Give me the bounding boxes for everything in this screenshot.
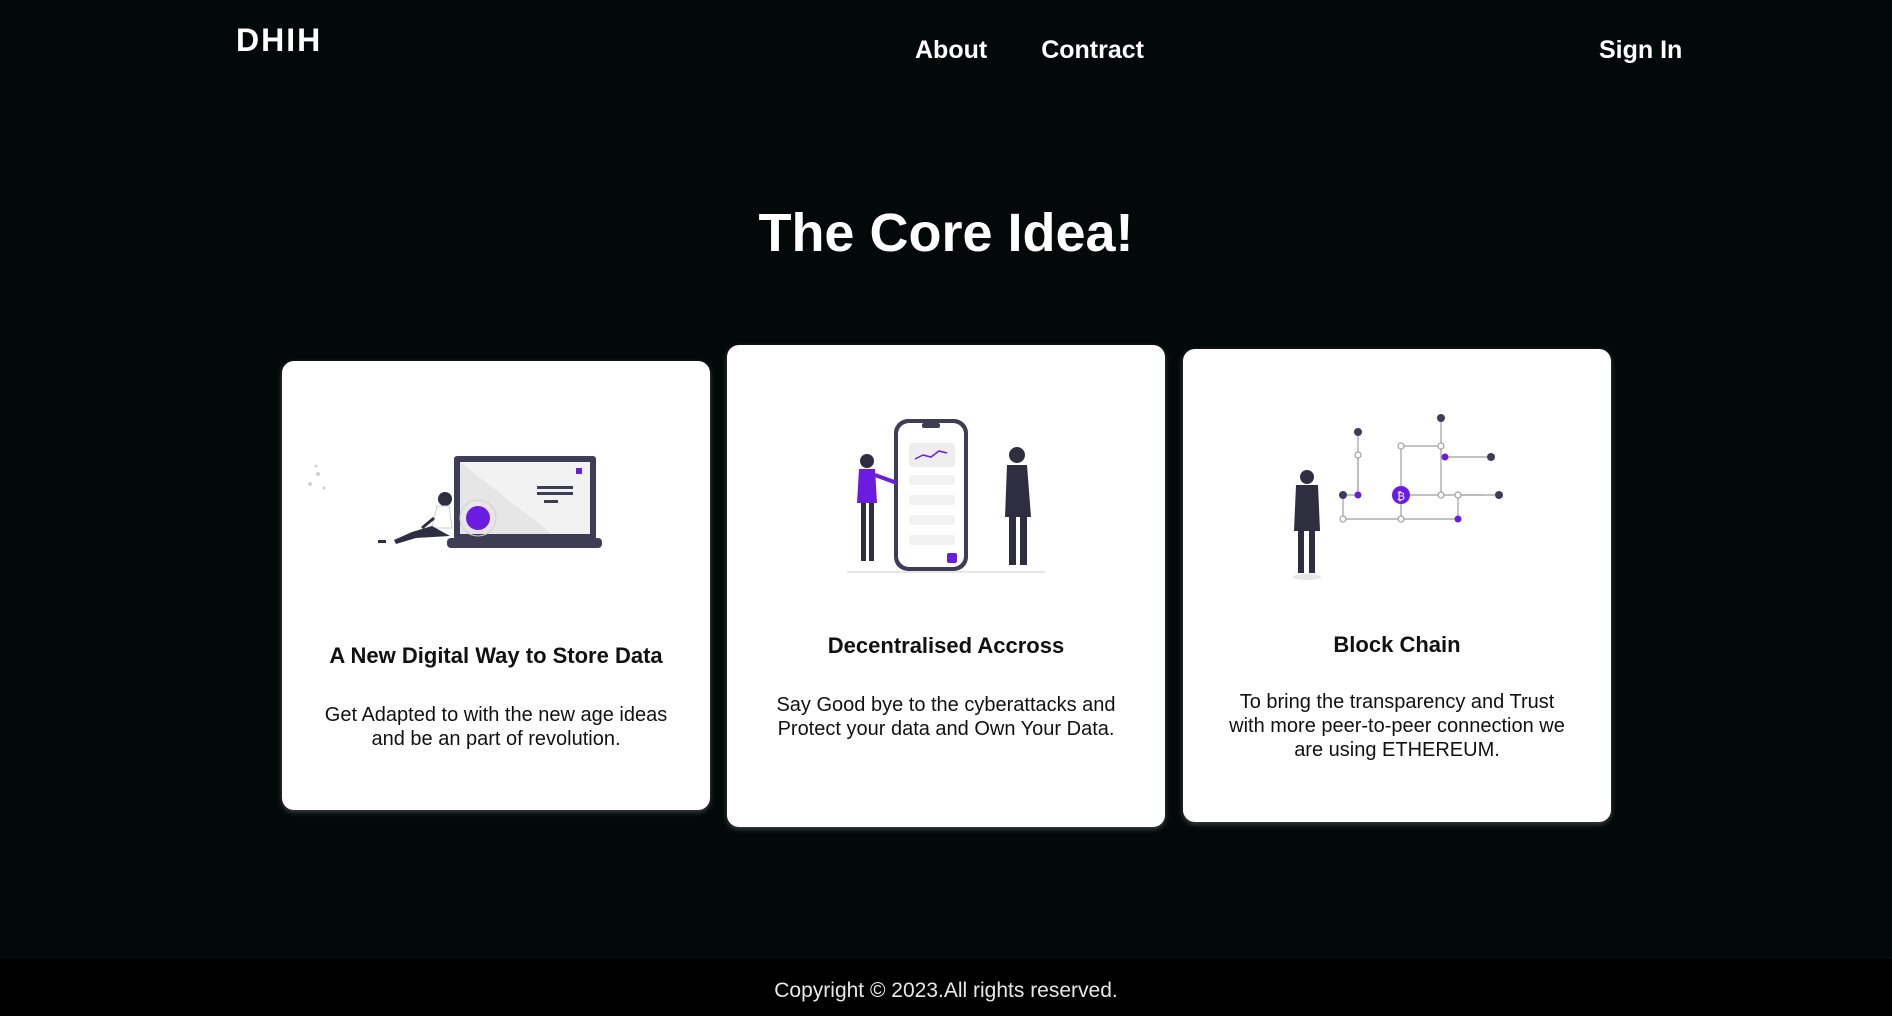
logo[interactable]: DHIH xyxy=(236,22,322,59)
card-heading: Block Chain xyxy=(1333,632,1461,657)
card-heading: A New Digital Way to Store Data xyxy=(329,643,663,668)
phone-people-illustration xyxy=(847,419,1045,573)
page: DHIH About Contract Sign In The Core Ide… xyxy=(0,0,1892,1016)
card-text: Say Good bye to the cyberattacks and Pro… xyxy=(776,694,1116,740)
sign-in-link[interactable]: Sign In xyxy=(1599,36,1682,65)
nav-about-link[interactable]: About xyxy=(915,36,987,65)
laptop-person-illustration xyxy=(308,456,602,548)
card-heading: Decentralised Accross xyxy=(827,633,1065,658)
copyright-text: Copyright © 2023.All rights reserved. xyxy=(774,979,1118,1002)
svg-text:₿: ₿ xyxy=(1397,490,1405,503)
page-title: The Core Idea! xyxy=(758,203,1134,263)
card-text: Get Adapted to with the new age ideas an… xyxy=(324,704,668,750)
blockchain-network-illustration: ₿ xyxy=(1293,414,1503,580)
feature-card-decentralised: Decentralised Accross Say Good bye to th… xyxy=(727,345,1165,827)
footer: Copyright © 2023.All rights reserved. xyxy=(0,959,1892,1016)
card-text: To bring the transparency and Trust with… xyxy=(1229,691,1565,761)
nav-contract-link[interactable]: Contract xyxy=(1041,36,1144,65)
main-nav: About Contract xyxy=(915,36,1144,65)
feature-card-store-data: A New Digital Way to Store Data Get Adap… xyxy=(282,361,710,810)
feature-card-blockchain: ₿ Block Chain To bring the transparency … xyxy=(1183,349,1611,822)
